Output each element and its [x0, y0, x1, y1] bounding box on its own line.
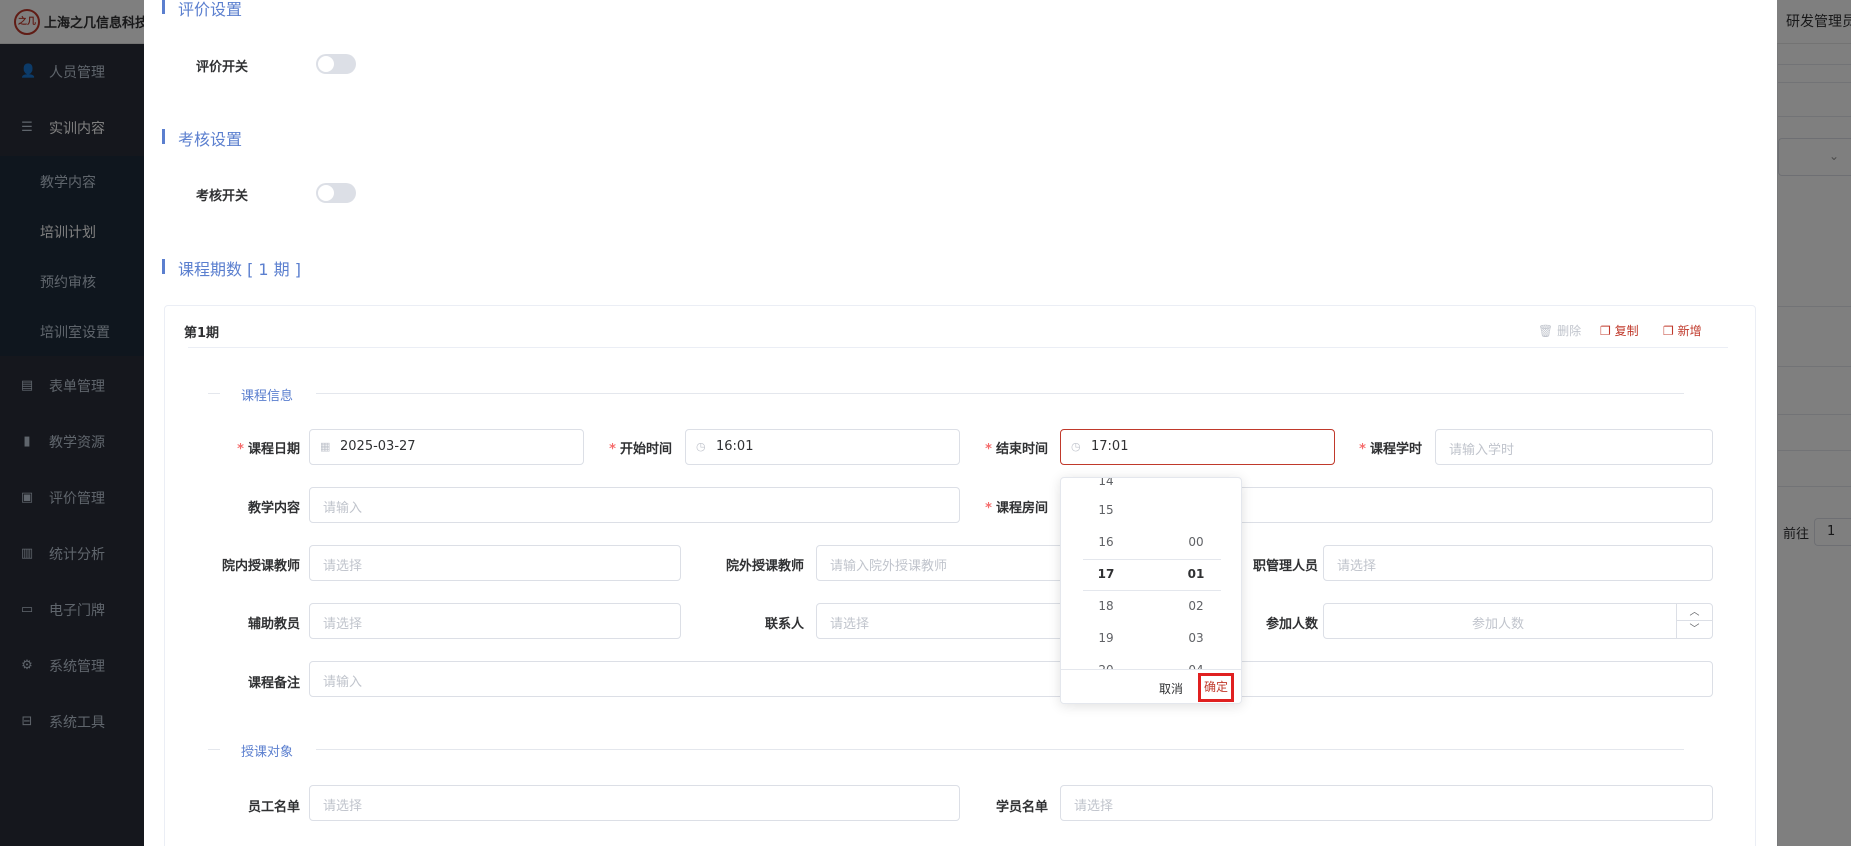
decrement-button[interactable]: ﹀: [1677, 621, 1712, 638]
evaluation-settings-title: 评价设置: [161, 0, 242, 20]
plan-edit-drawer: 评价设置 评价开关 考核设置 考核开关 课程期数 [ 1 期 ] 第1期 🗑 删…: [144, 0, 1777, 846]
start-time-picker[interactable]: ◷ 16:01: [685, 429, 960, 465]
minute-option[interactable]: 02: [1156, 599, 1236, 613]
course-info-title: 课程信息: [241, 389, 294, 404]
course-date-picker[interactable]: ▦ 2025-03-27: [309, 429, 584, 465]
internal-teacher-label: 院内授课教师: [221, 559, 300, 574]
period-name: 第1期: [184, 326, 220, 341]
participants-number-input[interactable]: 参加人数 ︿ ﹀: [1323, 603, 1713, 639]
hour-option[interactable]: 18: [1066, 599, 1146, 613]
teaching-content-label: 教学内容: [247, 501, 300, 516]
assessment-settings-title: 考核设置: [161, 126, 242, 150]
assistant-select[interactable]: 请选择: [309, 603, 681, 639]
divider: [208, 393, 220, 394]
delete-period-button[interactable]: 🗑 删除: [1538, 322, 1581, 339]
course-date-label: * 课程日期: [237, 442, 300, 457]
employee-list-label: 员工名单: [247, 800, 300, 815]
hour-option[interactable]: 15: [1066, 503, 1146, 517]
assessment-switch-label: 考核开关: [196, 189, 249, 204]
minute-option[interactable]: 03: [1156, 631, 1236, 645]
hour-option-selected[interactable]: 17: [1066, 567, 1146, 581]
divider: [188, 347, 1728, 348]
course-room-label: * 课程房间: [985, 501, 1048, 516]
clock-icon: ◷: [1071, 440, 1081, 453]
student-list-select[interactable]: 请选择: [1060, 785, 1713, 821]
divider: [316, 749, 1684, 750]
external-teacher-label: 院外授课教师: [725, 559, 804, 574]
clock-icon: ◷: [696, 440, 706, 453]
hour-option[interactable]: 14: [1066, 478, 1146, 488]
time-picker-footer: 取消 确定: [1061, 669, 1241, 703]
student-list-label: 学员名单: [995, 800, 1048, 815]
manager-select[interactable]: 请选择: [1323, 545, 1713, 581]
employee-list-select[interactable]: 请选择: [309, 785, 960, 821]
end-time-picker[interactable]: ◷ 17:01: [1060, 429, 1335, 465]
time-picker-panel: 14 15 16 17 18 19 20 00 01 02 03 04 取消 确…: [1060, 477, 1242, 704]
course-periods-title: 课程期数 [ 1 期 ]: [161, 256, 301, 280]
evaluation-switch-label: 评价开关: [196, 60, 249, 75]
teaching-target-title: 授课对象: [241, 745, 294, 760]
add-icon: ❐: [1663, 324, 1674, 338]
remark-label: 课程备注: [247, 676, 300, 691]
divider: [316, 393, 1684, 394]
start-time-label: * 开始时间: [609, 442, 672, 457]
minute-option[interactable]: 00: [1156, 535, 1236, 549]
teaching-content-input[interactable]: 请输入: [309, 487, 960, 523]
hour-option[interactable]: 16: [1066, 535, 1146, 549]
assessment-switch-row: 考核开关: [196, 183, 356, 204]
evaluation-switch[interactable]: [316, 54, 356, 74]
hour-option[interactable]: 19: [1066, 631, 1146, 645]
assistant-label: 辅助教员: [247, 617, 300, 632]
copy-period-button[interactable]: ❐ 复制: [1600, 322, 1639, 339]
confirm-button[interactable]: 确定: [1198, 673, 1234, 702]
end-time-label: * 结束时间: [985, 442, 1048, 457]
selection-line: [1083, 559, 1221, 560]
course-hours-input[interactable]: 请输入学时: [1435, 429, 1713, 465]
trash-icon: 🗑: [1538, 324, 1554, 338]
increment-button[interactable]: ︿: [1677, 604, 1712, 621]
calendar-icon: ▦: [320, 440, 331, 453]
add-period-button[interactable]: ❐ 新增: [1663, 322, 1702, 339]
internal-teacher-select[interactable]: 请选择: [309, 545, 681, 581]
participants-label: 参加人数: [1265, 617, 1318, 632]
minute-option-selected[interactable]: 01: [1156, 567, 1236, 581]
cancel-button[interactable]: 取消: [1159, 680, 1183, 697]
course-hours-label: * 课程学时: [1359, 442, 1422, 457]
contact-label: 联系人: [764, 617, 804, 632]
copy-icon: ❐: [1600, 324, 1611, 338]
number-stepper: ︿ ﹀: [1676, 604, 1712, 638]
evaluation-switch-row: 评价开关: [196, 54, 356, 75]
assessment-switch[interactable]: [316, 183, 356, 203]
remark-input[interactable]: 请输入: [309, 661, 1713, 697]
selection-line: [1083, 590, 1221, 591]
divider: [208, 749, 220, 750]
